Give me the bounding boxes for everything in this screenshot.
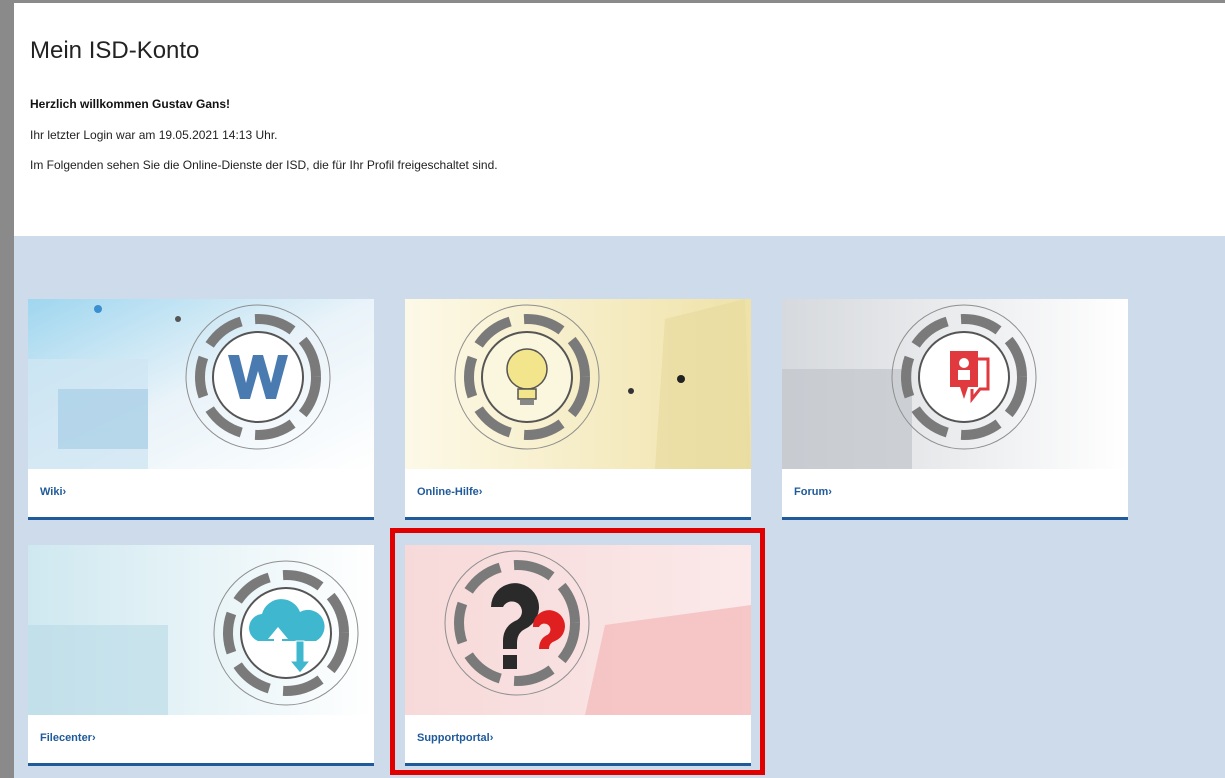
question-mark-icon bbox=[405, 545, 751, 715]
forum-chat-icon bbox=[782, 299, 1128, 469]
page-header: Mein ISD-Konto Herzlich willkommen Gusta… bbox=[14, 3, 1225, 236]
wiki-image bbox=[28, 299, 374, 469]
cloud-upload-download-icon bbox=[28, 545, 374, 715]
filecenter-image bbox=[28, 545, 374, 715]
supportportal-image bbox=[405, 545, 751, 715]
page-title: Mein ISD-Konto bbox=[30, 37, 200, 64]
lightbulb-icon bbox=[405, 299, 751, 469]
tile-filecenter[interactable]: Filecenter› bbox=[28, 545, 374, 766]
tile-label[interactable]: Supportportal› bbox=[417, 732, 493, 744]
forum-image bbox=[782, 299, 1128, 469]
tile-wiki[interactable]: Wiki› bbox=[28, 299, 374, 520]
welcome-message: Herzlich willkommen Gustav Gans! bbox=[30, 97, 231, 111]
tile-label[interactable]: Filecenter› bbox=[40, 732, 96, 744]
tile-online-hilfe[interactable]: Online-Hilfe› bbox=[405, 299, 751, 520]
services-tiles-area: Wiki› Online-Hilfe› Forum› Filecenter› S… bbox=[14, 236, 1225, 778]
tile-label[interactable]: Wiki› bbox=[40, 486, 66, 498]
online-hilfe-image bbox=[405, 299, 751, 469]
services-info-text: Im Folgenden sehen Sie die Online-Dienst… bbox=[30, 158, 498, 172]
last-login-text: Ihr letzter Login war am 19.05.2021 14:1… bbox=[30, 128, 278, 142]
tile-supportportal[interactable]: Supportportal› bbox=[405, 545, 751, 766]
wiki-w-icon bbox=[28, 299, 374, 469]
tile-label[interactable]: Forum› bbox=[794, 486, 832, 498]
tile-label[interactable]: Online-Hilfe› bbox=[417, 486, 482, 498]
tile-forum[interactable]: Forum› bbox=[782, 299, 1128, 520]
